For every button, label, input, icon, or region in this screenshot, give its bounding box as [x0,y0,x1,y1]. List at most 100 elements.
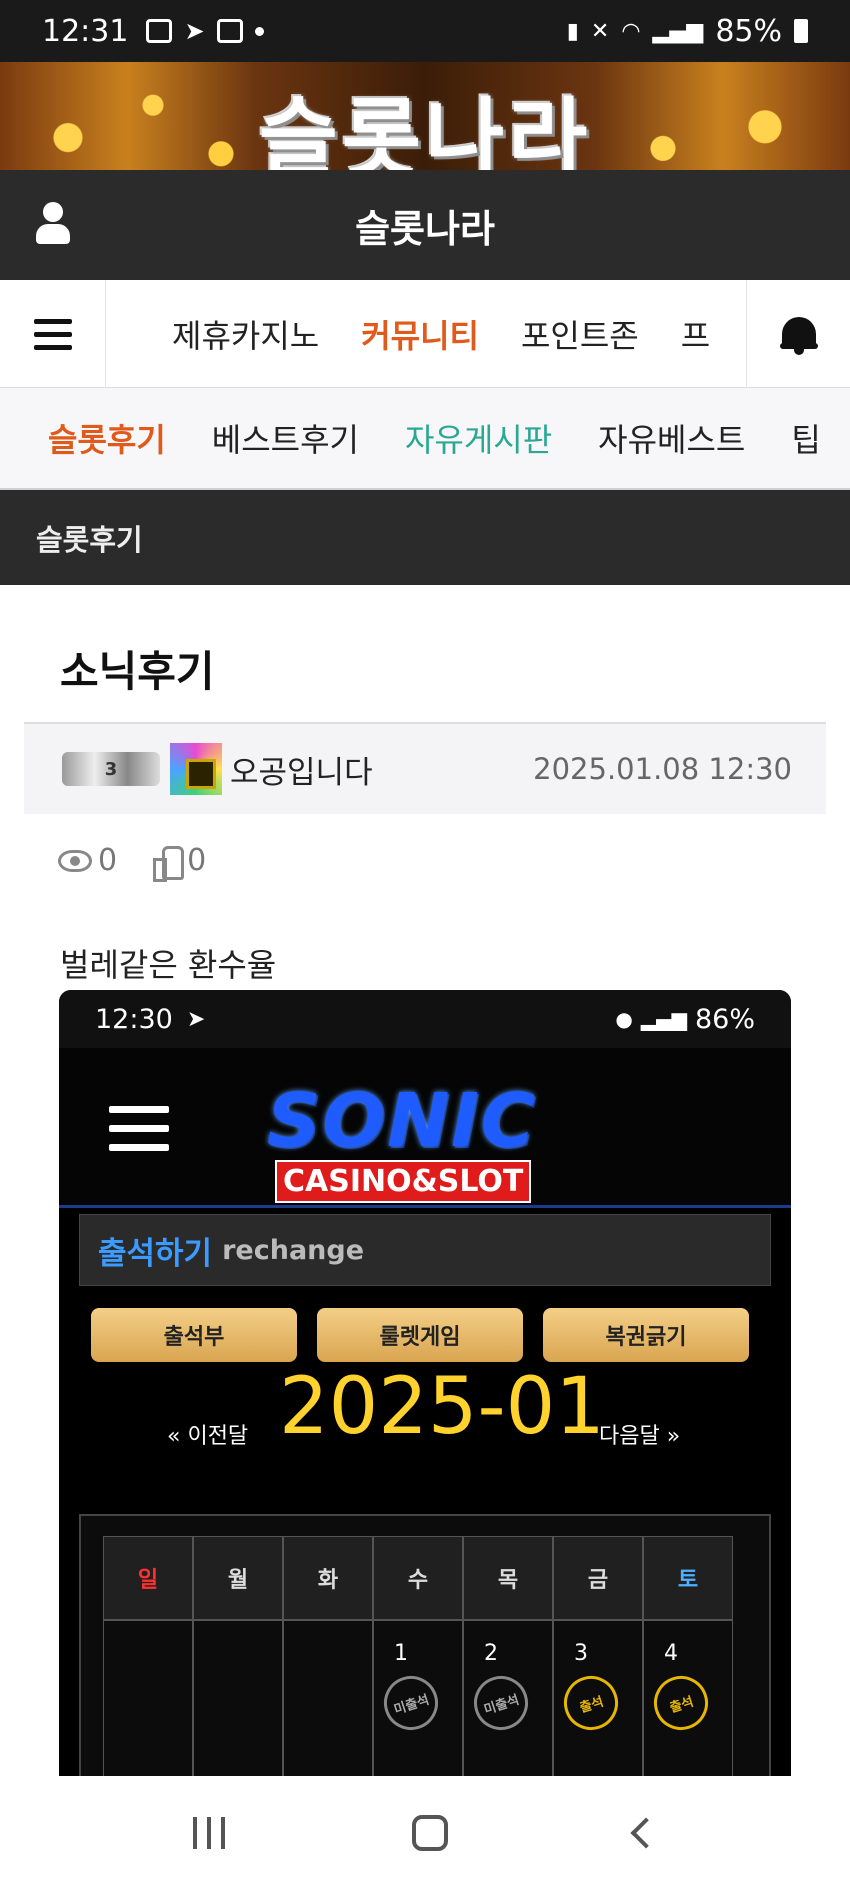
thumbs-up-icon[interactable] [153,845,185,882]
day-number: 4 [664,1641,678,1666]
system-icons: ▮ ✕ ◠ ▂▄▆ 85% [567,14,808,49]
image-attend-sub: rechange [222,1234,365,1266]
like-count: 0 [187,843,207,878]
image-hamburger-icon [109,1106,169,1163]
notification-icons: ➤ [146,17,264,45]
post-date: 2025.01.08 12:30 [533,752,792,786]
subnav-item-free-board[interactable]: 자유게시판 [405,415,552,461]
signal-icon: ▂▄▆ [652,18,704,44]
board-name: 슬롯후기 [36,522,143,557]
image-status-bar: 12:30 ➤ ● ▂▄▆ 86% [59,990,791,1048]
more-dot-icon [254,26,264,36]
bell-icon [779,313,818,355]
site-header: 슬롯나라 [0,170,850,280]
banner-logo: 슬롯나라 [258,89,592,170]
board-title-bar: 슬롯후기 [0,490,850,585]
avatar[interactable] [170,743,222,795]
weekday-thu: 목 [463,1536,553,1620]
view-count: 0 [98,843,118,878]
image-system-icons: ● ▂▄▆ 86% [615,1004,755,1035]
post-image[interactable]: 12:30 ➤ ● ▂▄▆ 86% SONIC CASINO&SLOT 출석하기… [59,990,791,1776]
webtoon-icon [216,19,243,43]
post-author[interactable]: 오공입니다 [230,747,373,792]
subnav-item-slot-review[interactable]: 슬롯후기 [48,415,166,461]
weekday-tue: 화 [283,1536,373,1620]
image-attendance-title: 출석하기 rechange [79,1214,771,1286]
image-logo-sub: CASINO&SLOT [275,1160,532,1203]
site-title[interactable]: 슬롯나라 [355,198,495,253]
main-nav: 제휴카지노 커뮤니티 포인트존 프 [0,280,850,388]
subnav-item-best-review[interactable]: 베스트후기 [212,415,359,461]
image-roulette-button: 룰렛게임 [317,1308,523,1362]
system-nav-bar [0,1776,850,1889]
telegram-icon: ➤ [184,17,205,45]
nav-item-truncated[interactable]: 프 [681,311,710,357]
eye-icon [58,849,92,872]
attended-stamp-icon: 출석 [556,1668,626,1738]
image-battery-percent: 86% [694,1003,755,1035]
subnav-item-tips[interactable]: 팁 [791,415,820,461]
day-cell: 2 미출석 [463,1620,553,1776]
absent-stamp-icon: 미출석 [466,1668,536,1738]
image-lottery-button: 복권긁기 [543,1308,749,1362]
day-cell: 4 출석 [643,1620,733,1776]
image-year-month: 2025-01 [279,1362,605,1452]
status-bar: 12:31 ➤ ▮ ✕ ◠ ▂▄▆ 85% [0,0,850,62]
day-number: 3 [574,1641,588,1666]
wifi-icon: ◠ [621,18,641,44]
image-calendar: 일 월 화 수 목 금 토 1 미출석 2 미출석 3 출석 4 출석 [79,1514,771,1776]
level-badge: 3 [62,752,160,786]
back-icon[interactable] [630,1816,662,1849]
day-cell [193,1620,283,1776]
image-day-row: 1 미출석 2 미출석 3 출석 4 출석 [103,1620,769,1776]
mute-icon: ✕ [590,18,610,44]
day-number: 1 [394,1641,408,1666]
post-stats: 0 0 [58,843,207,882]
day-number: 2 [484,1641,498,1666]
image-month-selector: « 이전달 2025-01 다음달 » [59,1362,791,1492]
image-signal-icon: ▂▄▆ [640,1007,687,1031]
home-icon[interactable] [411,1814,448,1851]
weekday-sun: 일 [103,1536,193,1620]
weekday-wed: 수 [373,1536,463,1620]
weekday-fri: 금 [553,1536,643,1620]
image-telegram-icon: ➤ [186,1006,206,1032]
image-logo-main: SONIC [267,1078,537,1164]
post-title: 소닉후기 [60,647,215,696]
post-body: 벌레같은 환수율 [60,946,277,984]
status-time: 12:31 [42,13,129,49]
screen: 12:31 ➤ ▮ ✕ ◠ ▂▄▆ 85% 슬롯나라 슬롯나라 제휴카지노 커뮤… [0,0,850,1889]
image-site-header: SONIC CASINO&SLOT [59,1048,791,1208]
post-meta: 3 오공입니다 2025.01.08 12:30 [24,722,826,814]
nav-item-affiliate-casino[interactable]: 제휴카지노 [172,311,319,357]
site-banner[interactable]: 슬롯나라 [0,62,850,170]
image-weekday-row: 일 월 화 수 목 금 토 [103,1516,769,1620]
image-attend-title: 출석하기 [98,1235,213,1272]
day-cell [283,1620,373,1776]
attended-stamp-icon: 출석 [646,1668,716,1738]
image-next-month: 다음달 » [599,1424,681,1449]
image-attendance-button: 출석부 [91,1308,297,1362]
day-cell: 3 출석 [553,1620,643,1776]
recent-apps-icon[interactable] [193,1816,226,1849]
gallery-icon [146,19,173,43]
battery-percent: 85% [715,13,782,49]
battery-saver-icon: ▮ [566,18,579,44]
image-sonic-logo: SONIC CASINO&SLOT [267,1078,587,1203]
notification-button[interactable] [746,280,850,388]
hamburger-menu-icon[interactable] [0,280,106,388]
nav-item-point-zone[interactable]: 포인트존 [521,311,639,357]
subnav-item-free-best[interactable]: 자유베스트 [598,415,745,461]
image-buttons: 출석부 룰렛게임 복권긁기 [91,1308,791,1362]
weekday-sat: 토 [643,1536,733,1620]
image-prev-month: « 이전달 [167,1424,249,1449]
absent-stamp-icon: 미출석 [376,1668,446,1738]
user-icon[interactable] [36,202,70,246]
sub-nav: 슬롯후기 베스트후기 자유게시판 자유베스트 팁 [0,388,850,490]
day-cell: 1 미출석 [373,1620,463,1776]
day-cell [103,1620,193,1776]
battery-icon [794,19,808,43]
image-location-icon: ● [615,1007,633,1031]
image-status-time: 12:30 [95,1003,173,1035]
nav-item-community[interactable]: 커뮤니티 [361,311,479,357]
